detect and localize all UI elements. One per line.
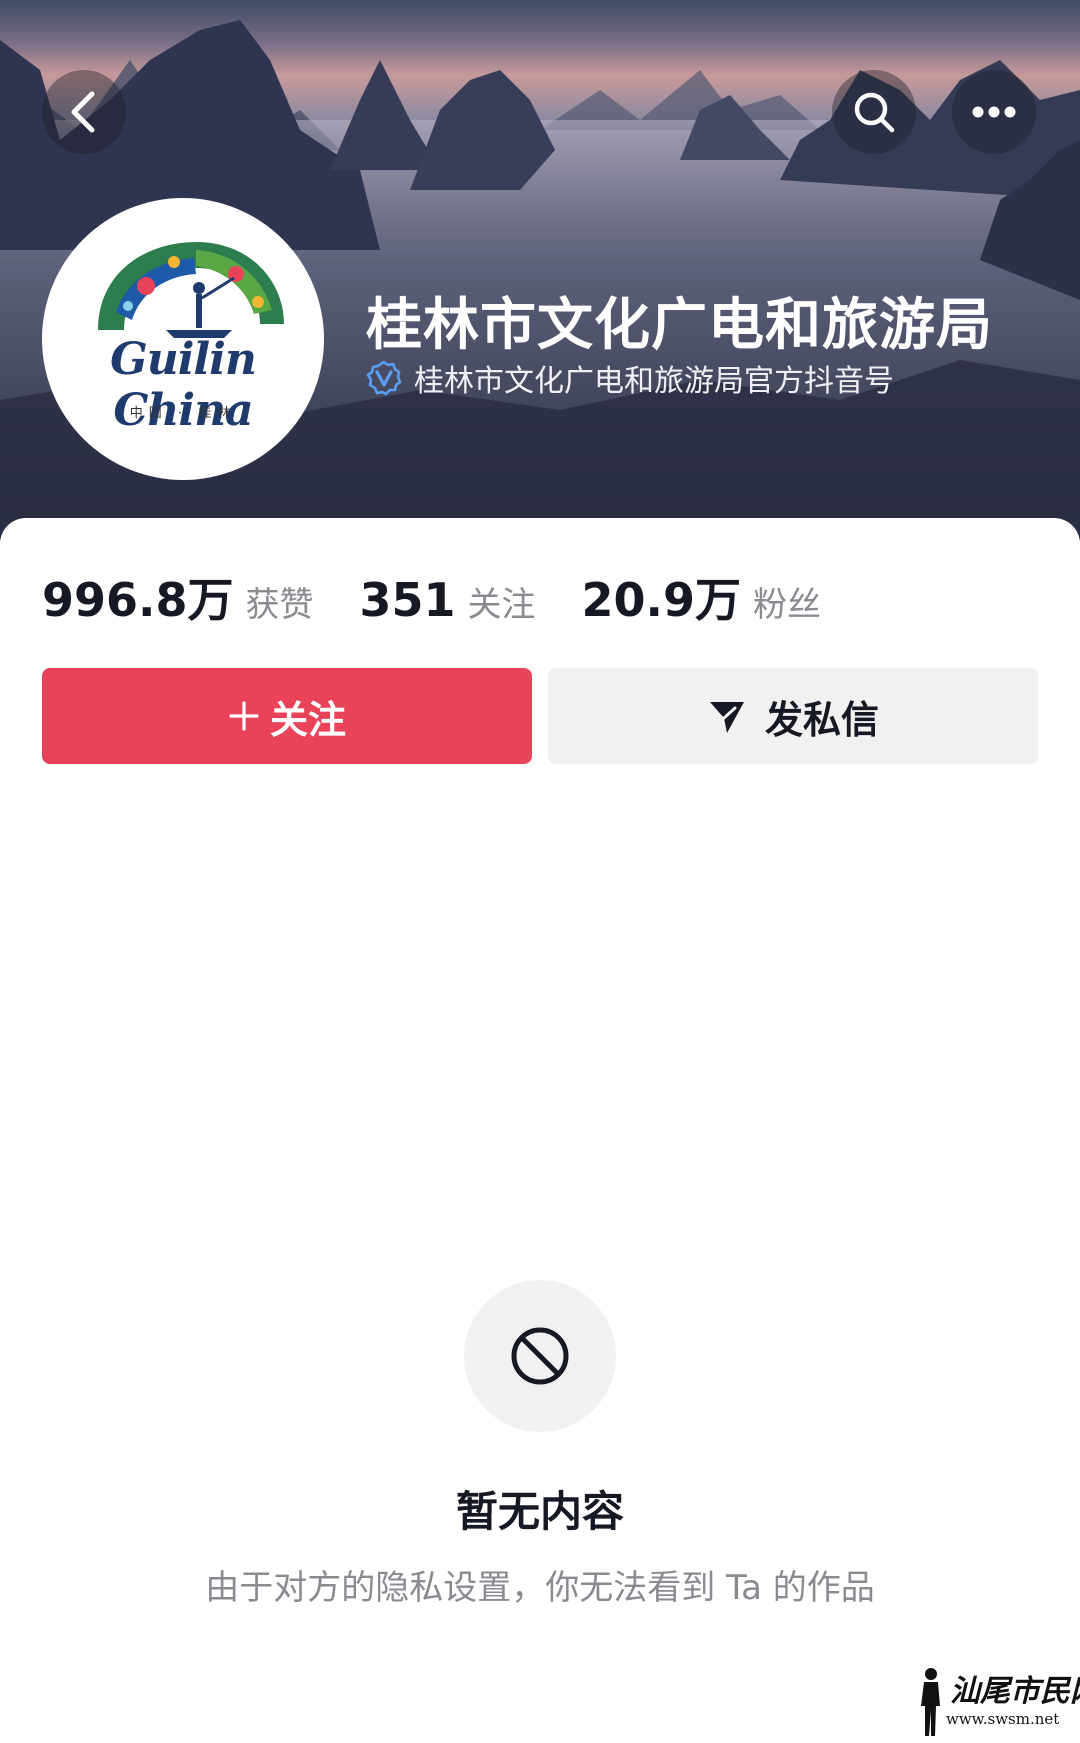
- stats-row: 996.8万 获赞 351 关注 20.9万 粉丝: [42, 564, 867, 630]
- empty-state-icon-container: [464, 1280, 616, 1432]
- profile-content: 996.8万 获赞 351 关注 20.9万 粉丝 关注 发私信 暂无内容 由于…: [0, 518, 1080, 1743]
- likes-label: 获赞: [245, 585, 314, 625]
- follow-label: 关注: [269, 697, 346, 742]
- follow-button[interactable]: 关注: [42, 668, 532, 764]
- verified-badge-icon: [366, 360, 402, 396]
- site-watermark: 汕尾市民网 www.swsm.net: [916, 1666, 1080, 1738]
- verification-row: 桂林市文化广电和旅游局官方抖音号: [366, 356, 894, 400]
- empty-state-description: 由于对方的隐私设置，你无法看到 Ta 的作品: [205, 1568, 875, 1608]
- send-plane-icon: [709, 702, 744, 733]
- followers-label: 粉丝: [753, 585, 822, 625]
- stat-followers[interactable]: 20.9万 粉丝: [582, 564, 822, 630]
- back-button[interactable]: [42, 70, 126, 154]
- followers-count: 20.9万: [581, 573, 742, 627]
- profile-banner: Guilin China 中国 · 桂林 桂林市文化广电和旅游局 桂林市文化广电…: [0, 0, 1080, 540]
- more-dots-icon: [972, 106, 1016, 118]
- verification-text: 桂林市文化广电和旅游局官方抖音号: [414, 364, 894, 399]
- message-label: 发私信: [764, 697, 879, 742]
- chevron-left-icon: [71, 91, 95, 133]
- watermark-url: www.swsm.net: [946, 1710, 1060, 1728]
- search-button[interactable]: [832, 70, 916, 154]
- watermark-text: 汕尾市民网: [950, 1674, 1080, 1709]
- stat-following[interactable]: 351 关注: [360, 573, 536, 627]
- following-count: 351: [359, 573, 456, 627]
- logo-subtext: 中国 · 桂林: [129, 406, 237, 421]
- person-silhouette-icon: [921, 1668, 940, 1736]
- send-message-button[interactable]: 发私信: [548, 668, 1038, 764]
- account-name: 桂林市文化广电和旅游局: [366, 293, 993, 358]
- avatar[interactable]: Guilin China 中国 · 桂林: [42, 198, 324, 480]
- stat-likes[interactable]: 996.8万 获赞: [42, 564, 314, 630]
- prohibited-icon: [511, 1327, 569, 1385]
- likes-count: 996.8万: [42, 573, 234, 627]
- following-label: 关注: [467, 585, 536, 625]
- plus-icon: [229, 701, 259, 731]
- more-options-button[interactable]: [952, 70, 1036, 154]
- empty-state-title: 暂无内容: [455, 1487, 624, 1536]
- search-icon: [854, 92, 895, 133]
